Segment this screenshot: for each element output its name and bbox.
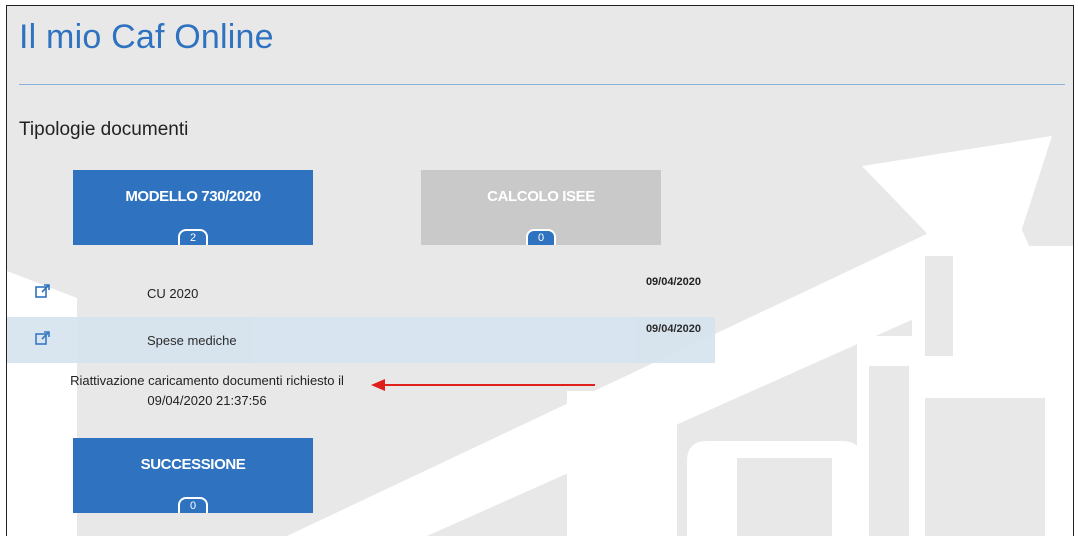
external-link-icon[interactable]: [34, 329, 52, 347]
tile-successione[interactable]: SUCCESSIONE 0: [73, 438, 313, 513]
reactivation-notice: Riattivazione caricamento documenti rich…: [37, 371, 377, 411]
title-divider: [19, 84, 1065, 85]
count-badge: 0: [526, 229, 556, 245]
page-title: Il mio Caf Online: [19, 18, 274, 56]
reactivation-line: Riattivazione caricamento documenti rich…: [70, 373, 344, 388]
document-name: Spese mediche: [147, 333, 237, 348]
count-badge: 2: [178, 229, 208, 245]
document-row: Spese mediche 09/04/2020: [7, 317, 715, 363]
app-frame: Il mio Caf Online Tipologie documenti MO…: [6, 5, 1074, 536]
reactivation-timestamp: 09/04/2020 21:37:56: [147, 393, 267, 408]
document-row: CU 2020 09/04/2020: [7, 270, 715, 316]
tile-label: MODELLO 730/2020: [125, 188, 261, 205]
tile-label: CALCOLO ISEE: [487, 188, 595, 205]
document-date: 09/04/2020: [645, 276, 701, 288]
tile-calcolo-isee[interactable]: CALCOLO ISEE 0: [421, 170, 661, 245]
document-date: 09/04/2020: [645, 323, 701, 335]
section-title: Tipologie documenti: [19, 119, 189, 140]
count-badge: 0: [178, 497, 208, 513]
external-link-icon[interactable]: [34, 282, 52, 300]
annotation-arrow: [371, 379, 595, 391]
tile-modello-730[interactable]: MODELLO 730/2020 2: [73, 170, 313, 245]
document-name: CU 2020: [147, 286, 199, 301]
tile-label: SUCCESSIONE: [140, 456, 246, 473]
